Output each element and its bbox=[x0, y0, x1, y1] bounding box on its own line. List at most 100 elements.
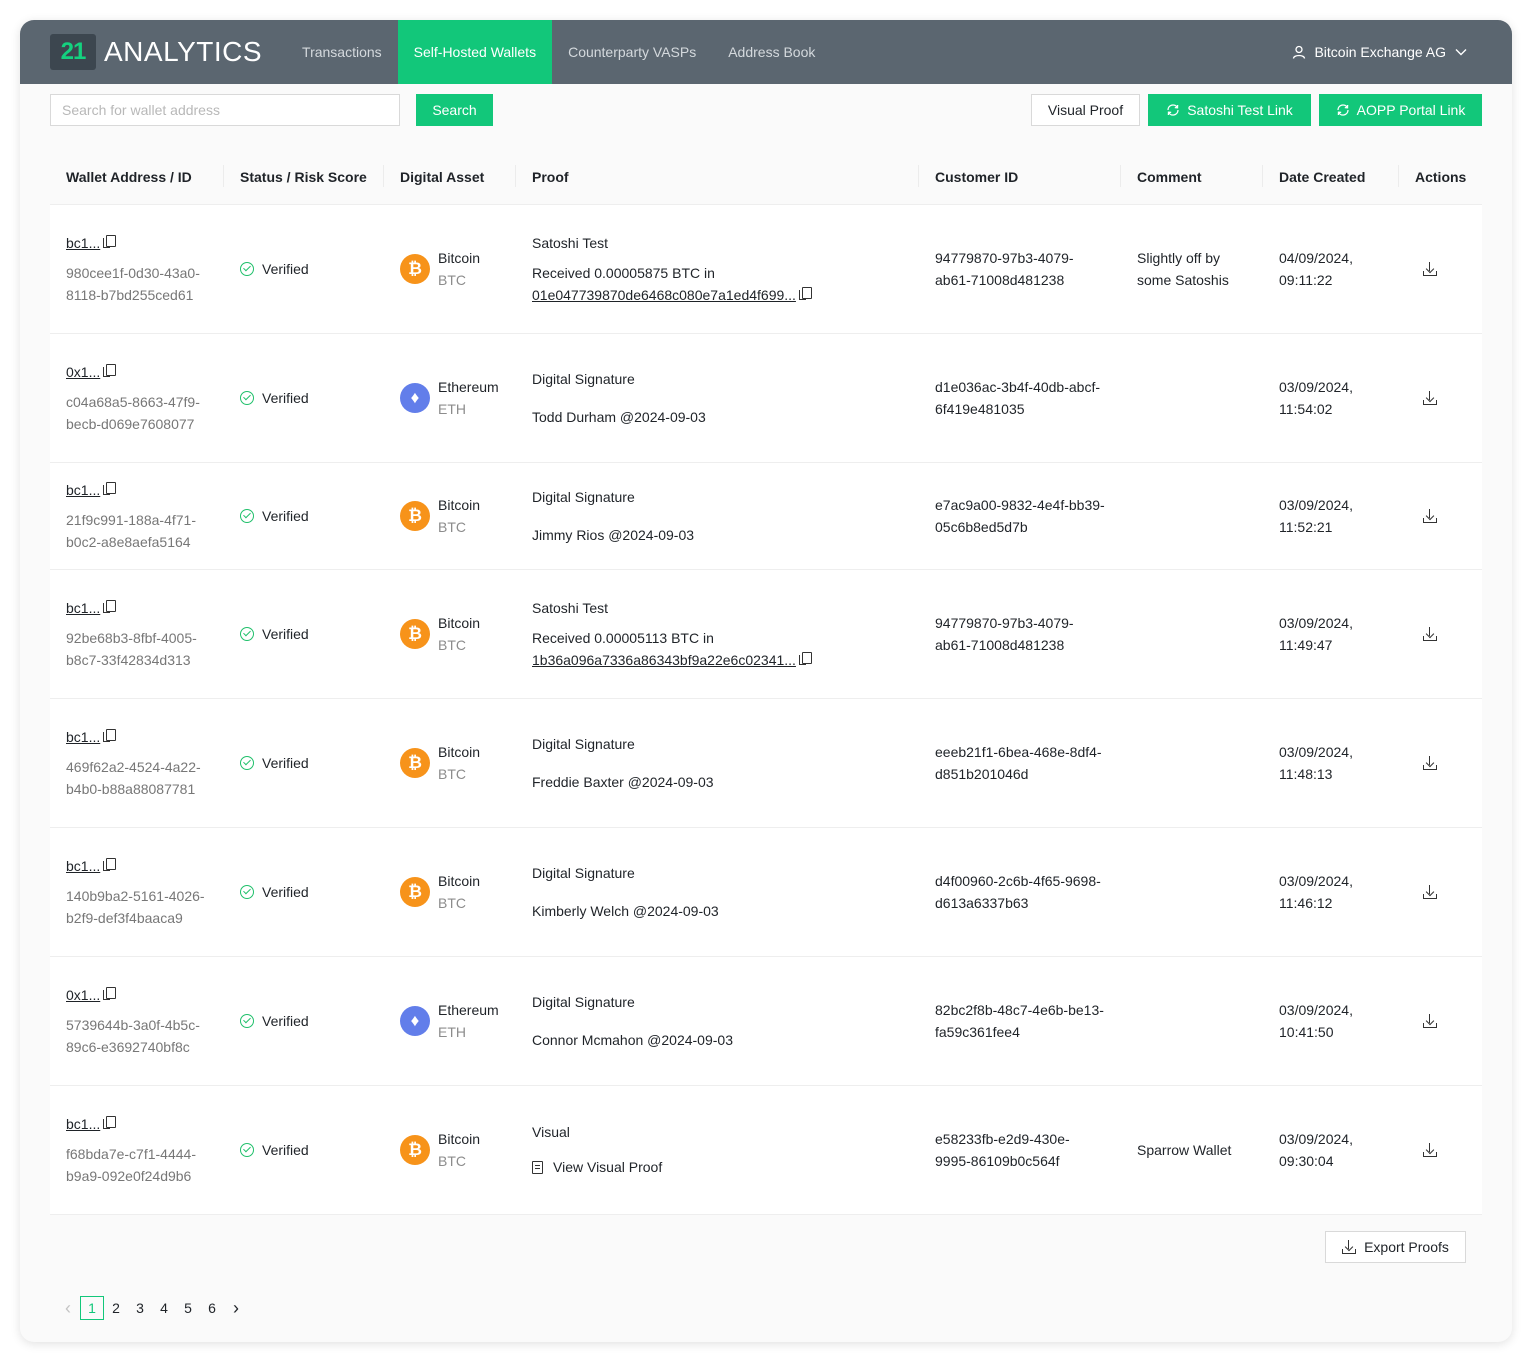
pagination-page-2[interactable]: 2 bbox=[104, 1296, 128, 1320]
nav-tab-counterparty-vasps[interactable]: Counterparty VASPs bbox=[552, 20, 712, 84]
table-row: bc1... f68bda7e-c7f1-4444-b9a9-092e0f24d… bbox=[50, 1085, 1482, 1215]
user-menu[interactable]: Bitcoin Exchange AG bbox=[1292, 20, 1468, 84]
asset-name: Bitcoin bbox=[438, 614, 481, 631]
copy-icon[interactable] bbox=[103, 363, 117, 377]
pagination-next-icon[interactable]: › bbox=[224, 1296, 248, 1320]
pagination-page-4[interactable]: 4 bbox=[152, 1296, 176, 1320]
download-icon[interactable] bbox=[1423, 1013, 1437, 1028]
app-logo[interactable]: 21 ANALYTICS bbox=[50, 34, 262, 70]
nav-tab-transactions[interactable]: Transactions bbox=[286, 20, 398, 84]
copy-icon[interactable] bbox=[798, 651, 812, 665]
pagination-prev-icon[interactable]: ‹ bbox=[56, 1296, 80, 1320]
proof-signer: Kimberly Welch @2024-09-03 bbox=[532, 902, 719, 919]
asset-name: Bitcoin bbox=[438, 496, 481, 513]
refresh-icon bbox=[1337, 104, 1349, 116]
status-cell: Verified bbox=[224, 204, 384, 334]
actions-cell bbox=[1399, 462, 1482, 570]
table-row: bc1... 21f9c991-188a-4f71-b0c2-a8e8aefa5… bbox=[50, 462, 1482, 570]
wallet-address-link[interactable]: bc1... bbox=[66, 1116, 100, 1132]
export-proofs-button[interactable]: Export Proofs bbox=[1325, 1230, 1466, 1263]
satoshi-link-label: Satoshi Test Link bbox=[1187, 102, 1293, 118]
proof-signer: Connor Mcmahon @2024-09-03 bbox=[532, 1031, 733, 1048]
download-icon[interactable] bbox=[1423, 755, 1437, 770]
wallet-address-cell: bc1... f68bda7e-c7f1-4444-b9a9-092e0f24d… bbox=[50, 1085, 224, 1215]
wallet-address-link[interactable]: bc1... bbox=[66, 600, 100, 616]
copy-icon[interactable] bbox=[103, 857, 117, 871]
wallet-address-link[interactable]: bc1... bbox=[66, 235, 100, 251]
column-header-label: Comment bbox=[1137, 168, 1202, 185]
time: 09:11:22 bbox=[1279, 271, 1333, 288]
status-label: Verified bbox=[262, 754, 309, 771]
wallet-address-link[interactable]: bc1... bbox=[66, 482, 100, 498]
asset-name: Bitcoin bbox=[438, 1130, 481, 1147]
verified-check-icon bbox=[240, 626, 254, 641]
wallet-address-link[interactable]: 0x1... bbox=[66, 364, 100, 380]
customer-id-cell: 82bc2f8b-48c7-4e6b-be13-fa59c361fee4 bbox=[919, 956, 1121, 1086]
table-header-row: Wallet Address / ID Status / Risk Score Di… bbox=[50, 150, 1482, 205]
copy-icon[interactable] bbox=[103, 728, 117, 742]
proof-cell: Digital Signature Connor Mcmahon @2024-0… bbox=[516, 956, 919, 1086]
date-created-cell: 03/09/2024, 10:41:50 bbox=[1263, 956, 1399, 1086]
proof-cell: Digital Signature Todd Durham @2024-09-0… bbox=[516, 333, 919, 463]
wallet-search-input[interactable] bbox=[50, 94, 400, 126]
time: 09:30:04 bbox=[1279, 1152, 1334, 1169]
copy-icon[interactable] bbox=[103, 234, 117, 248]
comment-cell bbox=[1121, 827, 1263, 957]
status-cell: Verified bbox=[224, 462, 384, 570]
download-icon[interactable] bbox=[1423, 626, 1437, 641]
date-created-cell: 03/09/2024, 11:52:21 bbox=[1263, 462, 1399, 570]
status-cell: Verified bbox=[224, 333, 384, 463]
proof-signer: Freddie Baxter @2024-09-03 bbox=[532, 773, 714, 790]
proof-tx-link[interactable]: 01e047739870de6468c080e7a1ed4f699... bbox=[532, 287, 796, 303]
bitcoin-icon: ₿ bbox=[400, 747, 430, 778]
wallet-address-link[interactable]: 0x1... bbox=[66, 987, 100, 1003]
copy-icon[interactable] bbox=[103, 599, 117, 613]
pagination-page-6[interactable]: 6 bbox=[200, 1296, 224, 1320]
refresh-icon bbox=[1167, 104, 1179, 116]
bitcoin-icon: ₿ bbox=[400, 253, 430, 284]
digital-asset-cell: ♦ Ethereum ETH bbox=[384, 956, 516, 1086]
nav-tab-address-book[interactable]: Address Book bbox=[712, 20, 831, 84]
copy-icon[interactable] bbox=[103, 481, 117, 495]
top-navigation-bar: 21 ANALYTICS Transactions Self-Hosted Wal… bbox=[20, 20, 1512, 84]
download-icon[interactable] bbox=[1423, 884, 1437, 899]
wallet-address-link[interactable]: bc1... bbox=[66, 729, 100, 745]
copy-icon[interactable] bbox=[798, 286, 812, 300]
copy-icon[interactable] bbox=[103, 986, 117, 1000]
download-icon bbox=[1342, 1239, 1357, 1254]
user-icon bbox=[1293, 45, 1306, 59]
download-icon[interactable] bbox=[1423, 1142, 1437, 1157]
search-button[interactable]: Search bbox=[416, 94, 493, 126]
wallet-id: 980cee1f-0d30-43a0-8118-b7bd255ced61 bbox=[66, 264, 200, 303]
pagination-page-1[interactable]: 1 bbox=[80, 1296, 104, 1320]
download-icon[interactable] bbox=[1423, 261, 1437, 276]
visual-proof-button[interactable]: Visual Proof bbox=[1031, 94, 1140, 126]
download-icon[interactable] bbox=[1423, 508, 1437, 523]
logo-mark: 21 bbox=[50, 34, 96, 70]
date: 04/09/2024, bbox=[1279, 249, 1353, 266]
status-label: Verified bbox=[262, 1141, 309, 1158]
pagination-page-3[interactable]: 3 bbox=[128, 1296, 152, 1320]
aopp-portal-link-button[interactable]: AOPP Portal Link bbox=[1319, 94, 1482, 126]
date-created-cell: 04/09/2024, 09:11:22 bbox=[1263, 204, 1399, 334]
pagination-page-5[interactable]: 5 bbox=[176, 1296, 200, 1320]
satoshi-test-link-button[interactable]: Satoshi Test Link bbox=[1148, 94, 1311, 126]
table-footer: Export Proofs bbox=[50, 1214, 1482, 1279]
customer-id: e58233fb-e2d9-430e-9995-86109b0c564f bbox=[935, 1130, 1070, 1169]
bitcoin-icon: ₿ bbox=[400, 876, 430, 907]
asset-ticker: ETH bbox=[438, 1023, 466, 1040]
digital-asset-cell: ₿ Bitcoin BTC bbox=[384, 698, 516, 828]
wallet-id: f68bda7e-c7f1-4444-b9a9-092e0f24d9b6 bbox=[66, 1145, 196, 1184]
verified-check-icon bbox=[240, 1142, 254, 1157]
download-icon[interactable] bbox=[1423, 390, 1437, 405]
proof-tx-link[interactable]: 1b36a096a7336a86343bf9a22e6c02341... bbox=[532, 652, 796, 668]
copy-icon[interactable] bbox=[103, 1115, 117, 1129]
wallets-table-container: Wallet Address / ID Status / Risk Score Di… bbox=[50, 150, 1482, 1279]
customer-id: d4f00960-2c6b-4f65-9698-d613a6337b63 bbox=[935, 872, 1101, 911]
view-visual-proof-link[interactable]: View Visual Proof bbox=[532, 1156, 903, 1178]
wallet-address-link[interactable]: bc1... bbox=[66, 858, 100, 874]
asset-name: Bitcoin bbox=[438, 249, 481, 266]
asset-name: Bitcoin bbox=[438, 872, 481, 889]
nav-tab-self-hosted-wallets[interactable]: Self-Hosted Wallets bbox=[397, 20, 553, 84]
actions-cell bbox=[1399, 204, 1482, 334]
